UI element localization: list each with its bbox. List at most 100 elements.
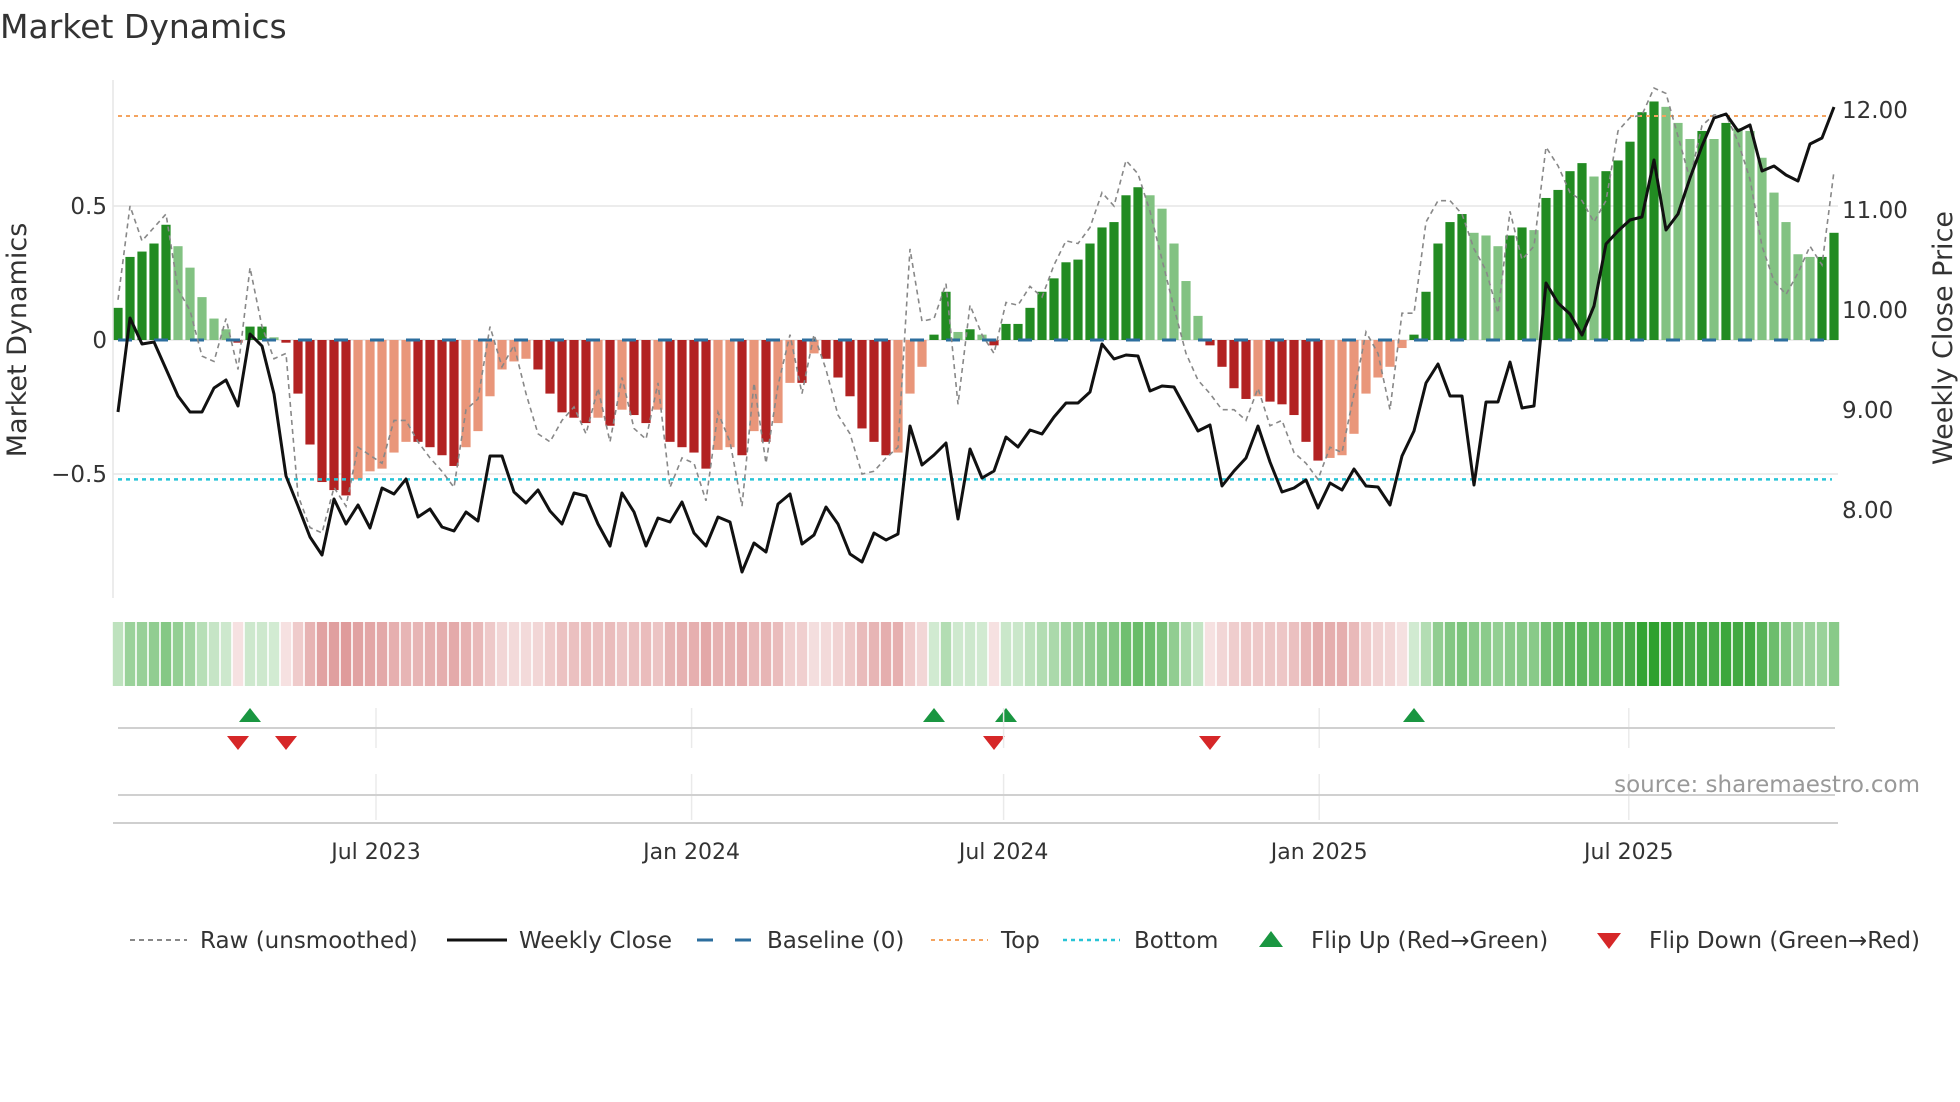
momentum-bar [737, 340, 747, 456]
strip-cell [352, 622, 364, 686]
momentum-bar [293, 340, 303, 394]
strip-cell [1276, 622, 1288, 686]
momentum-bar [161, 224, 171, 340]
strip-cell [556, 622, 568, 686]
momentum-bar [785, 340, 795, 383]
momentum-bar [929, 334, 939, 340]
momentum-bar [1493, 246, 1503, 340]
x-axis: Jul 2023 Jan 2024 Jul 2024 Jan 2025 Jul 2025 [113, 708, 1838, 865]
momentum-bar [1733, 128, 1743, 340]
strip-cell [364, 622, 376, 686]
momentum-bar [1613, 160, 1623, 340]
momentum-bar [1817, 256, 1827, 340]
momentum-bar [413, 340, 423, 442]
strip-cell [880, 622, 892, 686]
reference-lines [118, 114, 1832, 481]
strip-cell [664, 622, 676, 686]
strip-cell [424, 622, 436, 686]
momentum-bar [689, 340, 699, 453]
strip-cell [1132, 622, 1144, 686]
momentum-bar [1145, 195, 1155, 340]
strip-cell [1144, 622, 1156, 686]
momentum-bar [497, 340, 507, 370]
strip-cell [1588, 622, 1600, 686]
momentum-bar [1253, 340, 1263, 397]
momentum-bar [1181, 281, 1191, 340]
strip-cell [160, 622, 172, 686]
flip-down-marker [227, 736, 249, 750]
strip-cell [208, 622, 220, 686]
momentum-bar [1217, 340, 1227, 367]
strip-cell [1516, 622, 1528, 686]
strip-cell [1456, 622, 1468, 686]
momentum-bar [1649, 101, 1659, 340]
momentum-bar [1445, 222, 1455, 340]
x-tick-label: Jan 2024 [641, 840, 740, 865]
momentum-bar [1037, 291, 1047, 340]
strip-cell [580, 622, 592, 686]
strip-cell [196, 622, 208, 686]
strip-cell [940, 622, 952, 686]
strip-cell [1048, 622, 1060, 686]
strip-cell [1324, 622, 1336, 686]
momentum-bar [701, 340, 711, 469]
momentum-bar [629, 340, 639, 416]
momentum-bar [1637, 112, 1647, 340]
momentum-bar [197, 297, 207, 340]
strip-cell [508, 622, 520, 686]
momentum-bar [329, 340, 339, 491]
legend-flip-up-icon [1259, 931, 1283, 947]
strip-cell [1180, 622, 1192, 686]
strip-cell [652, 622, 664, 686]
momentum-bar [941, 291, 951, 340]
momentum-bar [665, 340, 675, 442]
legend-label: Baseline (0) [767, 928, 904, 954]
strip-cell [1780, 622, 1792, 686]
strip-cell [1636, 622, 1648, 686]
strip-cell [1756, 622, 1768, 686]
momentum-bar [1709, 139, 1719, 340]
strip-cell [736, 622, 748, 686]
strip-cell [1768, 622, 1780, 686]
strip-cell [844, 622, 856, 686]
momentum-bar [1289, 340, 1299, 416]
strip-cell [604, 622, 616, 686]
strip-cell [1564, 622, 1576, 686]
strip-cell [568, 622, 580, 686]
strip-cell [304, 622, 316, 686]
strip-cell [256, 622, 268, 686]
strip-cell [1600, 622, 1612, 686]
momentum-bar [593, 340, 603, 418]
strip-cell [232, 622, 244, 686]
legend-label: Bottom [1134, 928, 1218, 954]
momentum-bar [1085, 243, 1095, 340]
strip-cell [640, 622, 652, 686]
momentum-bar [881, 340, 891, 456]
strip-cell [400, 622, 412, 686]
momentum-bar [341, 340, 351, 496]
momentum-bar [317, 340, 327, 483]
momentum-bar [1361, 340, 1371, 394]
momentum-bar [557, 340, 567, 413]
strip-cell [472, 622, 484, 686]
strip-cell [376, 622, 388, 686]
strip-cell [1288, 622, 1300, 686]
strip-cell [292, 622, 304, 686]
strip-cell [1252, 622, 1264, 686]
momentum-bar [1193, 315, 1203, 340]
momentum-strip [112, 622, 1840, 686]
strip-cell [976, 622, 988, 686]
momentum-bar [1517, 227, 1527, 340]
strip-cell [676, 622, 688, 686]
momentum-bar [173, 246, 183, 340]
strip-cell [112, 622, 124, 686]
strip-cell [700, 622, 712, 686]
x-tick-label: Jul 2025 [1582, 840, 1674, 865]
strip-cell [928, 622, 940, 686]
strip-cell [1468, 622, 1480, 686]
strip-cell [184, 622, 196, 686]
strip-cell [1120, 622, 1132, 686]
strip-cell [724, 622, 736, 686]
momentum-bar [377, 340, 387, 469]
momentum-bar [1229, 340, 1239, 389]
